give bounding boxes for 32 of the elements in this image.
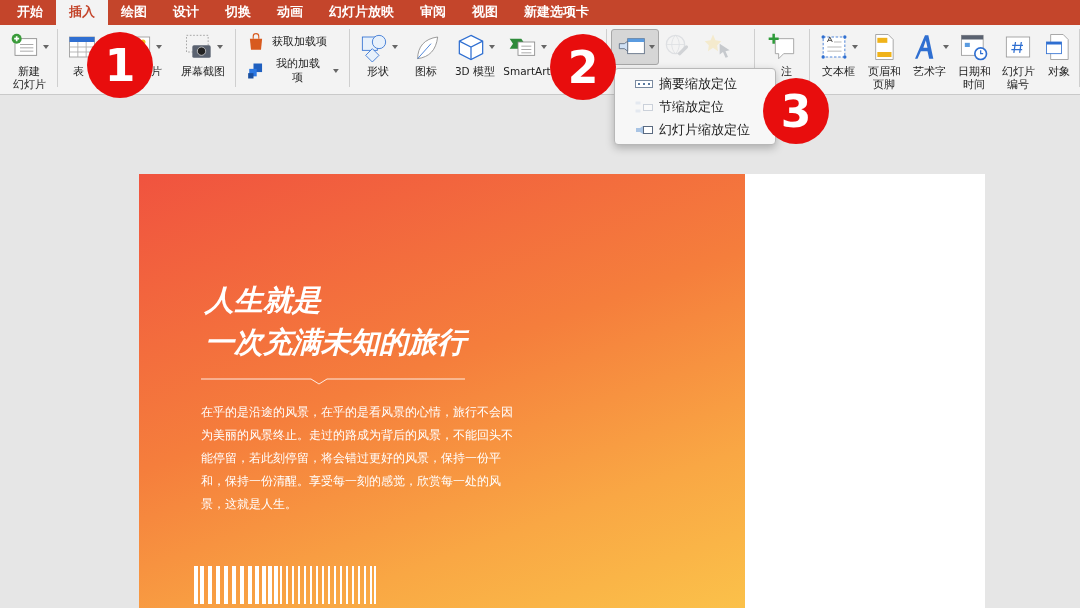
ribbon-button[interactable]: 屏幕截图 bbox=[174, 29, 232, 80]
ribbon-tab[interactable]: 视图 bbox=[459, 0, 511, 25]
ribbon-button[interactable]: 图标 bbox=[402, 29, 450, 80]
ribbon-button[interactable]: 页眉和 页脚 bbox=[862, 29, 906, 93]
ribbon-button[interactable]: 文本框 bbox=[814, 29, 862, 80]
zoom-option-icon bbox=[635, 100, 653, 113]
zoom-option-icon bbox=[635, 77, 653, 90]
ribbon-tab[interactable]: 审阅 bbox=[407, 0, 459, 25]
ribbon-button[interactable]: 我的加载项 bbox=[246, 56, 339, 85]
ribbon-button[interactable]: 新建 幻灯片 bbox=[4, 29, 54, 93]
slide-title: 人生就是 bbox=[205, 282, 321, 319]
ribbon-button[interactable] bbox=[611, 29, 659, 65]
ribbon-tab[interactable]: 动画 bbox=[264, 0, 316, 25]
calendar-clock-icon bbox=[959, 32, 989, 62]
ribbon-button[interactable]: 艺术字 bbox=[906, 29, 952, 80]
ribbon-button[interactable]: 形状 bbox=[354, 29, 402, 80]
ribbon-button[interactable]: 幻灯片 编号 bbox=[996, 29, 1040, 93]
ribbon-tab[interactable]: 设计 bbox=[160, 0, 212, 25]
ribbon-tab[interactable]: 绘图 bbox=[108, 0, 160, 25]
comment-icon bbox=[767, 32, 797, 62]
ribbon-button[interactable]: 注 bbox=[759, 29, 805, 80]
ribbon-tab[interactable]: 插入 bbox=[56, 0, 108, 25]
ribbon-tab[interactable]: 切换 bbox=[212, 0, 264, 25]
ribbon-tab[interactable]: 幻灯片放映 bbox=[316, 0, 407, 25]
slide-body-text: 在乎的是沿途的风景，在乎的是看风景的心情，旅行不会因为美丽的风景终止。走过的路成为背后的风景，不能回头不能停留，若此刻停留，将会错过更好的风景，保持一份平和，保持一份清醒。享受每一刻的感觉，欣赏每一处的风景，这就是人生。 bbox=[201, 404, 514, 513]
ribbon-button[interactable]: 3D 模型 bbox=[450, 29, 500, 80]
zoom-option-icon bbox=[635, 123, 653, 136]
ribbon-button[interactable]: 获取加载项 bbox=[246, 31, 327, 52]
ribbon-tab[interactable]: 新建选项卡 bbox=[511, 0, 602, 25]
ribbon-button[interactable]: 日期和 时间 bbox=[952, 29, 996, 93]
ribbon-tab[interactable]: 开始 bbox=[4, 0, 56, 25]
ribbon-button[interactable]: 对象 bbox=[1040, 29, 1078, 80]
